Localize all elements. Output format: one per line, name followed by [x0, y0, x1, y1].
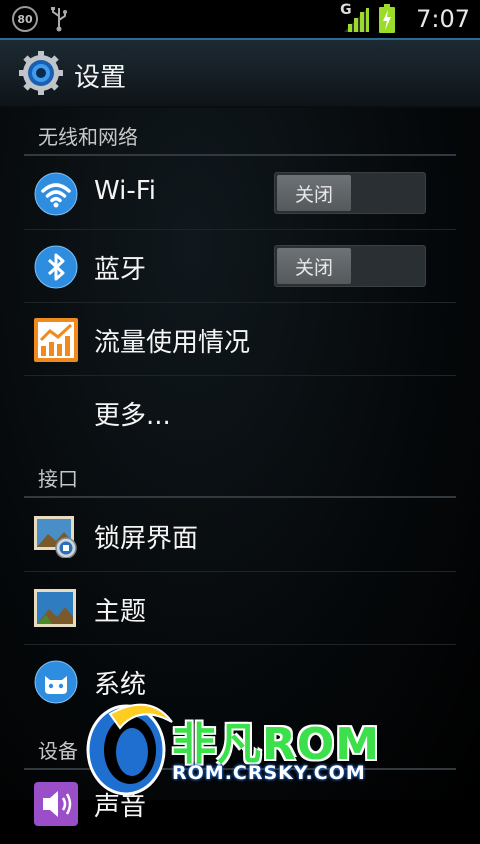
- sound-icon: [34, 782, 78, 826]
- signal-icon: G: [340, 2, 370, 34]
- section-header-label: 无线和网络: [38, 125, 138, 149]
- system-cid-icon: [34, 660, 78, 704]
- page-title: 设置: [74, 63, 127, 93]
- section-header-wireless: 无线和网络: [24, 108, 456, 156]
- battery-percent-icon: 80: [12, 6, 38, 32]
- usb-icon: [51, 7, 67, 32]
- settings-item-label: 锁屏界面: [94, 524, 199, 554]
- theme-icon: [34, 589, 76, 627]
- bluetooth-icon: [34, 245, 78, 289]
- data-usage-icon: [34, 318, 78, 362]
- settings-item-bluetooth[interactable]: 蓝牙 关闭: [24, 231, 456, 303]
- settings-gear-icon[interactable]: [18, 50, 64, 96]
- settings-item-label: 更多...: [94, 401, 171, 431]
- settings-item-label: 流量使用情况: [94, 328, 251, 358]
- section-header-label: 接口: [38, 467, 78, 491]
- status-bar: 80 G 7:07: [0, 0, 480, 38]
- toggle-state: 关闭: [277, 248, 351, 284]
- clock: 7:07: [416, 5, 470, 33]
- settings-item-label: Wi-Fi: [94, 176, 157, 206]
- wifi-toggle[interactable]: 关闭: [274, 172, 426, 214]
- settings-item-more[interactable]: 更多...: [24, 377, 456, 449]
- settings-item-label: 蓝牙: [94, 255, 147, 285]
- toggle-state: 关闭: [277, 175, 351, 211]
- watermark-logo: 非凡ROM ROM.CRSKY.COM: [80, 694, 410, 800]
- settings-item-lockscreen[interactable]: 锁屏界面: [24, 500, 456, 572]
- wifi-icon: [34, 172, 78, 216]
- section-header-label: 设备: [38, 739, 78, 763]
- battery-charging-icon: [379, 4, 396, 33]
- settings-item-wifi[interactable]: Wi-Fi 关闭: [24, 158, 456, 230]
- watermark-url: ROM.CRSKY.COM: [172, 762, 366, 784]
- settings-item-theme[interactable]: 主题: [24, 573, 456, 645]
- bluetooth-toggle[interactable]: 关闭: [274, 245, 426, 287]
- settings-item-data-usage[interactable]: 流量使用情况: [24, 304, 456, 376]
- settings-item-label: 主题: [94, 597, 147, 627]
- lockscreen-icon: [34, 516, 77, 558]
- action-bar: 设置: [0, 38, 480, 108]
- crsky-logo-icon: [86, 703, 173, 796]
- section-header-interface: 接口: [24, 450, 456, 498]
